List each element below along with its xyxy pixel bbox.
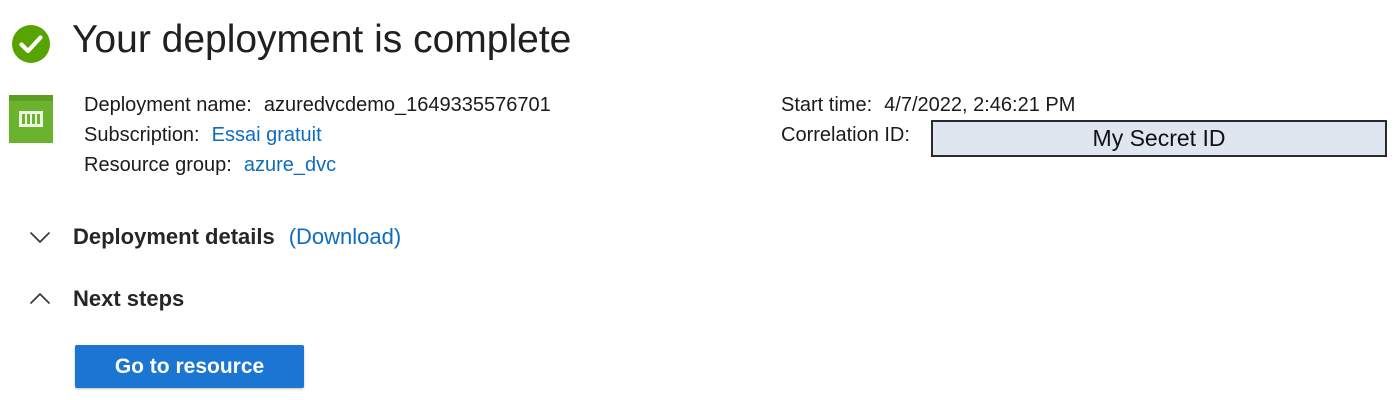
download-link[interactable]: (Download) [289,224,402,250]
correlation-id-label: Correlation ID: [781,124,910,146]
subscription-link[interactable]: Essai gratuit [212,124,322,146]
start-time-field: Start time: 4/7/2022, 2:46:21 PM [781,90,1075,120]
deployment-name-value: azuredvcdemo_1649335576701 [263,94,551,116]
chevron-up-icon[interactable] [28,287,52,311]
subscription-field: Subscription: Essai gratuit [84,120,322,150]
resource-group-label: Resource group: [84,154,232,176]
start-time-label: Start time: [781,94,873,116]
go-to-resource-button[interactable]: Go to resource [75,345,304,388]
check-circle-icon [11,24,51,64]
deployment-icon [9,95,53,143]
chevron-down-icon[interactable] [28,225,52,249]
next-steps-title[interactable]: Next steps [73,286,184,312]
correlation-id-value: My Secret ID [931,120,1387,157]
deployment-name-label: Deployment name: [84,94,252,116]
start-time-value: 4/7/2022, 2:46:21 PM [884,94,1076,116]
page-title: Your deployment is complete [72,18,572,61]
next-steps-section[interactable]: Next steps [28,282,184,316]
deployment-details-title[interactable]: Deployment details [73,224,275,250]
correlation-id-field: Correlation ID: [781,120,910,150]
deployment-name-field: Deployment name: azuredvcdemo_16493355767… [84,90,551,120]
resource-group-link[interactable]: azure_dvc [244,154,336,176]
subscription-label: Subscription: [84,124,200,146]
resource-group-field: Resource group: azure_dvc [84,150,336,180]
deployment-details-section[interactable]: Deployment details (Download) [28,220,401,254]
